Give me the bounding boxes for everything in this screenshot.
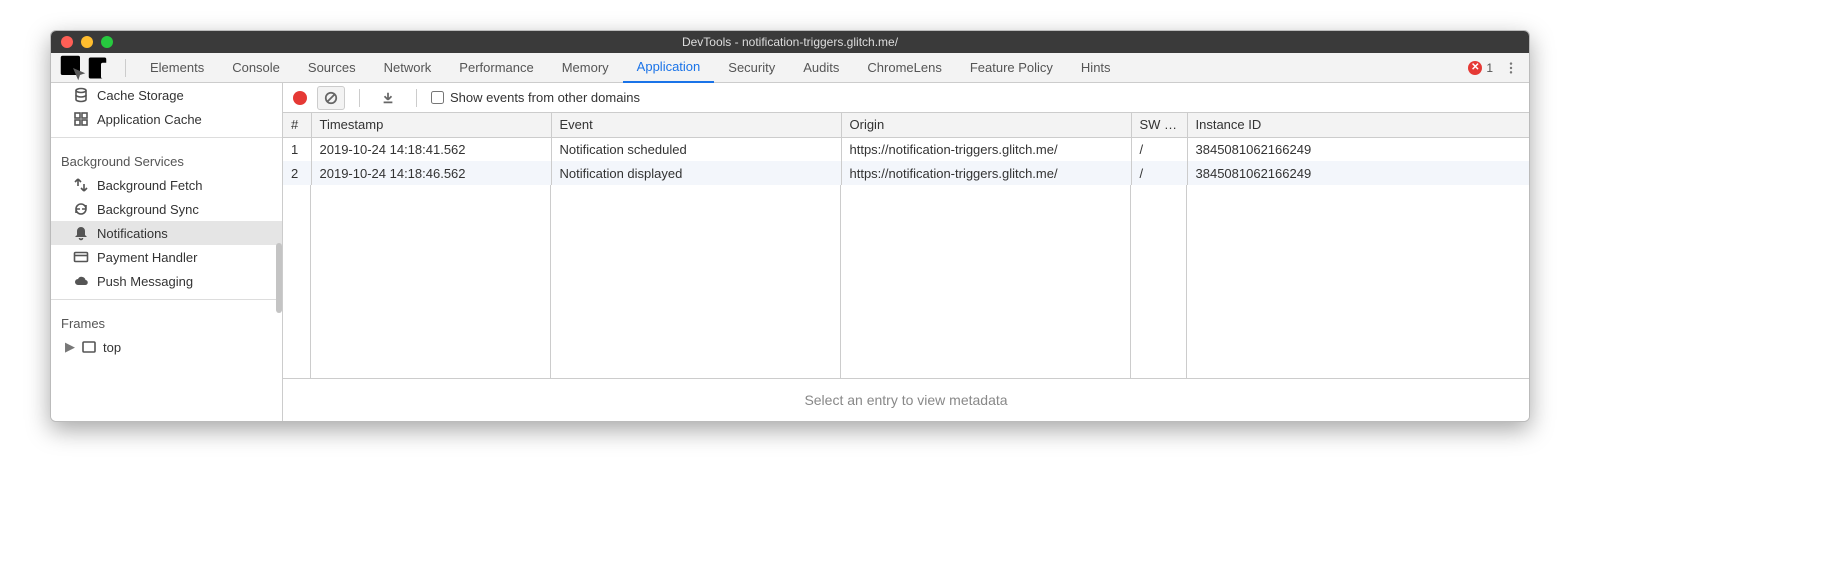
- application-sidebar: Cache Storage Application Cache Backgrou…: [51, 83, 283, 421]
- cell-instance: 3845081062166249: [1187, 137, 1529, 161]
- tab-feature-policy[interactable]: Feature Policy: [956, 53, 1067, 83]
- tab-chromelens[interactable]: ChromeLens: [853, 53, 955, 83]
- tab-application[interactable]: Application: [623, 53, 715, 83]
- sidebar-item-notifications[interactable]: Notifications: [51, 221, 282, 245]
- column-header-origin[interactable]: Origin: [841, 113, 1131, 137]
- record-button[interactable]: [293, 91, 307, 105]
- window-titlebar: DevTools - notification-triggers.glitch.…: [51, 31, 1529, 53]
- fetch-icon: [73, 177, 89, 193]
- sidebar-item-label: Notifications: [97, 226, 168, 241]
- divider: [51, 299, 282, 300]
- sidebar-header-frames: Frames: [51, 306, 282, 335]
- cell-num: 2: [283, 161, 311, 185]
- divider: [359, 89, 360, 107]
- zoom-window-button[interactable]: [101, 36, 113, 48]
- table-row[interactable]: 22019-10-24 14:18:46.562Notification dis…: [283, 161, 1529, 185]
- tab-audits[interactable]: Audits: [789, 53, 853, 83]
- bell-icon: [73, 225, 89, 241]
- sidebar-item-payment-handler[interactable]: Payment Handler: [51, 245, 282, 269]
- cell-sw: /: [1131, 161, 1187, 185]
- events-table: # Timestamp Event Origin SW … Instance I…: [283, 113, 1529, 185]
- cell-origin: https://notification-triggers.glitch.me/: [841, 137, 1131, 161]
- sidebar-item-label: Payment Handler: [97, 250, 197, 265]
- window-title: DevTools - notification-triggers.glitch.…: [51, 35, 1529, 49]
- sidebar-item-label: Background Sync: [97, 202, 199, 217]
- cloud-icon: [73, 273, 89, 289]
- cell-timestamp: 2019-10-24 14:18:46.562: [311, 161, 551, 185]
- database-icon: [73, 87, 89, 103]
- frame-icon: [81, 339, 97, 355]
- minimize-window-button[interactable]: [81, 36, 93, 48]
- tab-performance[interactable]: Performance: [445, 53, 547, 83]
- tab-console[interactable]: Console: [218, 53, 294, 83]
- table-row[interactable]: 12019-10-24 14:18:41.562Notification sch…: [283, 137, 1529, 161]
- sidebar-item-application-cache[interactable]: Application Cache: [51, 107, 282, 131]
- column-header-event[interactable]: Event: [551, 113, 841, 137]
- column-header-instance-id[interactable]: Instance ID: [1187, 113, 1529, 137]
- column-header-number[interactable]: #: [283, 113, 311, 137]
- download-button[interactable]: [374, 86, 402, 110]
- tab-network[interactable]: Network: [370, 53, 446, 83]
- cell-event: Notification displayed: [551, 161, 841, 185]
- cell-num: 1: [283, 137, 311, 161]
- tab-security[interactable]: Security: [714, 53, 789, 83]
- sidebar-item-label: Background Fetch: [97, 178, 203, 193]
- error-icon: ✕: [1468, 61, 1482, 75]
- sidebar-item-label: Application Cache: [97, 112, 202, 127]
- sidebar-item-background-sync[interactable]: Background Sync: [51, 197, 282, 221]
- cell-sw: /: [1131, 137, 1187, 161]
- error-count-badge[interactable]: ✕ 1: [1468, 61, 1493, 75]
- checkbox-input[interactable]: [431, 91, 444, 104]
- divider: [416, 89, 417, 107]
- checkbox-label: Show events from other domains: [450, 90, 640, 105]
- tab-memory[interactable]: Memory: [548, 53, 623, 83]
- sidebar-header-background-services: Background Services: [51, 144, 282, 173]
- detail-placeholder: Select an entry to view metadata: [283, 379, 1529, 421]
- tab-elements[interactable]: Elements: [136, 53, 218, 83]
- tab-sources[interactable]: Sources: [294, 53, 370, 83]
- column-header-timestamp[interactable]: Timestamp: [311, 113, 551, 137]
- inspect-element-icon[interactable]: [59, 54, 87, 82]
- sidebar-item-push-messaging[interactable]: Push Messaging: [51, 269, 282, 293]
- show-other-domains-checkbox[interactable]: Show events from other domains: [431, 90, 640, 105]
- sync-icon: [73, 201, 89, 217]
- credit-card-icon: [73, 249, 89, 265]
- main-panel: Show events from other domains # Timesta…: [283, 83, 1529, 421]
- tab-hints[interactable]: Hints: [1067, 53, 1125, 83]
- cell-instance: 3845081062166249: [1187, 161, 1529, 185]
- grid-icon: [73, 111, 89, 127]
- sidebar-item-label: Cache Storage: [97, 88, 184, 103]
- disclosure-triangle-icon[interactable]: ▶: [65, 339, 75, 355]
- cell-timestamp: 2019-10-24 14:18:41.562: [311, 137, 551, 161]
- devtools-tabstrip: ElementsConsoleSourcesNetworkPerformance…: [51, 53, 1529, 83]
- sidebar-item-cache-storage[interactable]: Cache Storage: [51, 83, 282, 107]
- close-window-button[interactable]: [61, 36, 73, 48]
- sidebar-item-label: top: [103, 340, 121, 355]
- device-toolbar-icon[interactable]: [87, 54, 115, 82]
- divider: [125, 59, 126, 77]
- divider: [51, 137, 282, 138]
- sidebar-item-label: Push Messaging: [97, 274, 193, 289]
- clear-button[interactable]: [317, 86, 345, 110]
- column-header-sw-scope[interactable]: SW …: [1131, 113, 1187, 137]
- cell-origin: https://notification-triggers.glitch.me/: [841, 161, 1131, 185]
- more-menu-icon[interactable]: [1501, 61, 1521, 75]
- sidebar-item-frame-top[interactable]: ▶ top: [51, 335, 282, 359]
- error-count: 1: [1486, 61, 1493, 75]
- sidebar-item-background-fetch[interactable]: Background Fetch: [51, 173, 282, 197]
- events-toolbar: Show events from other domains: [283, 83, 1529, 113]
- cell-event: Notification scheduled: [551, 137, 841, 161]
